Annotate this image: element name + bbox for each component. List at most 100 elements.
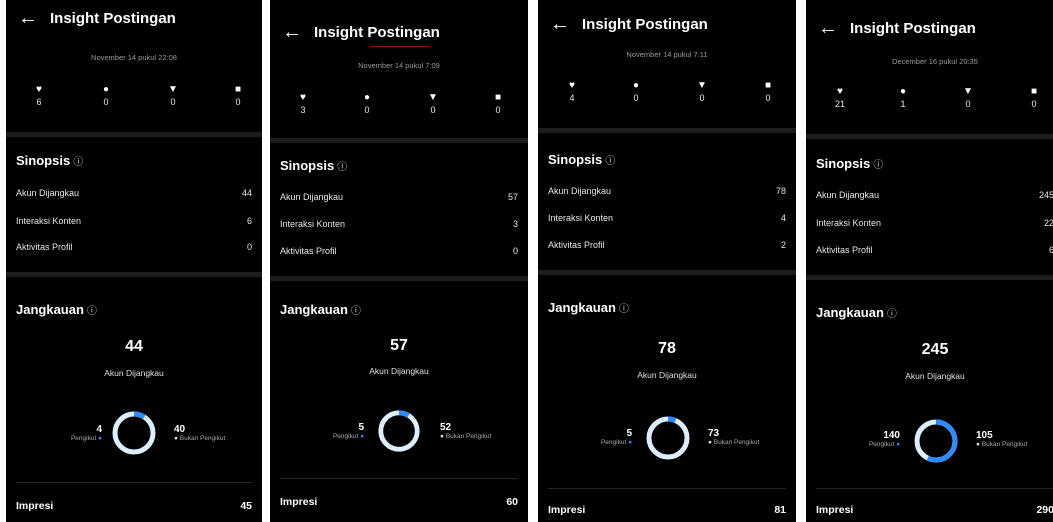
reach-total: 245 xyxy=(921,341,949,358)
post-date: November 14 pukul 7:11 xyxy=(626,50,708,59)
top-bar: ← Insight Postingan xyxy=(270,14,528,54)
nonfollower-arc xyxy=(646,416,690,460)
section-divider xyxy=(538,128,796,133)
nonfollower-dot-icon: ● xyxy=(174,435,178,442)
insight-panel-1: ← Insight Postingan November 14 pukul 22… xyxy=(6,0,262,522)
sinopsis-row: Akun Dijangkau 44 xyxy=(16,188,252,198)
comments-stat: ● 0 xyxy=(621,80,651,103)
section-divider xyxy=(270,138,528,143)
jangkauan-heading: Jangkauan ⓘ xyxy=(816,305,897,320)
bookmark-icon: ■ xyxy=(234,84,242,95)
back-arrow-icon[interactable]: ← xyxy=(282,22,302,42)
shares-stat: ▼ 0 xyxy=(687,80,717,103)
page-title: Insight Postingan xyxy=(314,24,440,41)
heart-icon: ♥ xyxy=(300,92,306,103)
reach-donut-chart xyxy=(378,410,420,452)
shares-stat: ▼ 0 xyxy=(158,84,188,107)
insight-panel-3: ← Insight Postingan November 14 pukul 7:… xyxy=(538,0,796,522)
bookmark-icon: ■ xyxy=(494,92,502,103)
sinopsis-row: Aktivitas Profil 0 xyxy=(280,246,518,256)
back-arrow-icon[interactable]: ← xyxy=(550,14,570,34)
section-divider xyxy=(806,134,1053,139)
saves-stat: ■ 0 xyxy=(483,92,513,115)
nonfollower-legend: 40 ● Bukan Pengikut xyxy=(174,424,226,442)
sinopsis-row: Aktivitas Profil 2 xyxy=(548,240,786,250)
reach-donut-chart xyxy=(646,416,690,460)
reach-total: 57 xyxy=(390,337,408,354)
nonfollower-arc xyxy=(378,410,420,452)
likes-stat: ♥ 4 xyxy=(557,80,587,103)
post-date: December 16 pukul 20:35 xyxy=(892,57,978,66)
sinopsis-row: Aktivitas Profil 6 xyxy=(816,245,1053,255)
back-arrow-icon[interactable]: ← xyxy=(818,18,838,38)
info-icon[interactable]: ⓘ xyxy=(337,162,347,173)
heart-icon: ♥ xyxy=(36,84,42,95)
insight-panel-4: ← Insight Postingan December 16 pukul 20… xyxy=(806,0,1053,522)
info-icon[interactable]: ⓘ xyxy=(619,304,629,315)
comments-stat: ● 1 xyxy=(888,86,918,109)
send-icon: ▼ xyxy=(168,84,178,95)
page-title: Insight Postingan xyxy=(850,20,976,37)
follower-dot-icon: ● xyxy=(896,441,900,448)
nonfollower-legend: 52 ● Bukan Pengikut xyxy=(440,422,492,440)
follower-legend: 140 Pengikut ● xyxy=(868,430,900,448)
loading-indicator xyxy=(370,46,430,47)
back-arrow-icon[interactable]: ← xyxy=(18,8,38,28)
page-title: Insight Postingan xyxy=(582,16,708,33)
separator xyxy=(816,488,1053,489)
impresi-row[interactable]: Impresi 60 xyxy=(280,496,518,510)
follower-dot-icon: ● xyxy=(360,433,364,440)
post-date: November 14 pukul 22:08 xyxy=(91,53,177,62)
sinopsis-row: Akun Dijangkau 57 xyxy=(280,192,518,202)
sinopsis-row: Interaksi Konten 6 xyxy=(16,216,252,226)
sinopsis-row: Interaksi Konten 22 xyxy=(816,218,1053,228)
impresi-row[interactable]: Impresi 290 xyxy=(816,504,1053,518)
comment-icon: ● xyxy=(102,84,110,95)
sinopsis-heading: Sinopsis ⓘ xyxy=(16,153,84,168)
comments-stat: ● 0 xyxy=(91,84,121,107)
reach-donut-chart xyxy=(112,411,156,455)
nonfollower-dot-icon: ● xyxy=(708,439,712,446)
top-bar: ← Insight Postingan xyxy=(538,6,796,46)
section-divider xyxy=(806,275,1053,280)
send-icon: ▼ xyxy=(428,92,438,103)
saves-stat: ■ 0 xyxy=(223,84,253,107)
heart-icon: ♥ xyxy=(837,86,843,97)
reach-subtitle: Akun Dijangkau xyxy=(637,370,697,380)
impresi-row[interactable]: Impresi 81 xyxy=(548,504,786,518)
section-divider xyxy=(538,270,796,275)
sinopsis-row: Interaksi Konten 4 xyxy=(548,213,786,223)
jangkauan-heading: Jangkauan ⓘ xyxy=(548,300,629,315)
info-icon[interactable]: ⓘ xyxy=(87,306,97,317)
section-divider xyxy=(270,276,528,281)
reach-total: 78 xyxy=(658,340,676,357)
bookmark-icon: ■ xyxy=(764,80,772,91)
top-bar: ← Insight Postingan xyxy=(6,0,262,40)
shares-stat: ▼ 0 xyxy=(953,86,983,109)
insight-panel-2: ← Insight Postingan November 14 pukul 7:… xyxy=(270,0,528,522)
jangkauan-heading: Jangkauan ⓘ xyxy=(280,302,361,317)
info-icon[interactable]: ⓘ xyxy=(605,156,615,167)
reach-donut-chart xyxy=(914,419,958,463)
sinopsis-row: Aktivitas Profil 0 xyxy=(16,242,252,252)
saves-stat: ■ 0 xyxy=(1019,86,1049,109)
info-icon[interactable]: ⓘ xyxy=(351,306,361,317)
sinopsis-heading: Sinopsis ⓘ xyxy=(280,158,348,173)
impresi-row[interactable]: Impresi 45 xyxy=(16,500,252,514)
info-icon[interactable]: ⓘ xyxy=(873,160,883,171)
follower-legend: 5 Pengikut ● xyxy=(600,428,632,446)
send-icon: ▼ xyxy=(697,80,707,91)
sinopsis-heading: Sinopsis ⓘ xyxy=(816,156,884,171)
heart-icon: ♥ xyxy=(569,80,575,91)
saves-stat: ■ 0 xyxy=(753,80,783,103)
nonfollower-dot-icon: ● xyxy=(440,433,444,440)
sinopsis-heading: Sinopsis ⓘ xyxy=(548,152,616,167)
reach-total: 44 xyxy=(125,338,143,355)
post-date: November 14 pukul 7:09 xyxy=(358,61,440,70)
bookmark-icon: ■ xyxy=(1030,86,1038,97)
follower-legend: 4 Pengikut ● xyxy=(70,424,102,442)
info-icon[interactable]: ⓘ xyxy=(887,309,897,320)
info-icon[interactable]: ⓘ xyxy=(73,157,83,168)
sinopsis-row: Akun Dijangkau 245 xyxy=(816,190,1053,200)
shares-stat: ▼ 0 xyxy=(418,92,448,115)
